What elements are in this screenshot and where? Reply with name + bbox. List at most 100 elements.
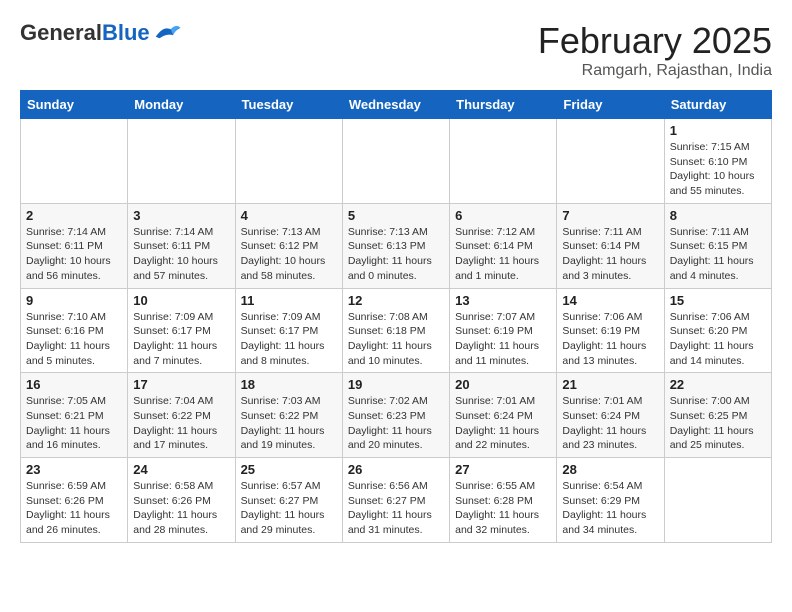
calendar-week-row: 23Sunrise: 6:59 AM Sunset: 6:26 PM Dayli… [21, 458, 772, 543]
day-number: 12 [348, 293, 444, 308]
day-number: 13 [455, 293, 551, 308]
day-info: Sunrise: 6:56 AM Sunset: 6:27 PM Dayligh… [348, 479, 444, 538]
day-info: Sunrise: 7:15 AM Sunset: 6:10 PM Dayligh… [670, 140, 766, 199]
day-number: 5 [348, 208, 444, 223]
col-header-friday: Friday [557, 91, 664, 119]
calendar-day-13: 13 Sunrise: 7:07 AM Sunset: 6:19 PM Dayli… [450, 288, 557, 373]
calendar-day-3: 3 Sunrise: 7:14 AM Sunset: 6:11 PM Daylig… [128, 203, 235, 288]
calendar-day-17: 17 Sunrise: 7:04 AM Sunset: 6:22 PM Dayli… [128, 373, 235, 458]
calendar-day-27: 27 Sunrise: 6:55 AM Sunset: 6:28 PM Dayli… [450, 458, 557, 543]
calendar-day-2: 2Sunrise: 7:14 AM Sunset: 6:11 PM Daylig… [21, 203, 128, 288]
day-info: Sunrise: 7:01 AM Sunset: 6:24 PM Dayligh… [562, 394, 658, 453]
day-number: 20 [455, 377, 551, 392]
day-info: Sunrise: 7:12 AM Sunset: 6:14 PM Dayligh… [455, 225, 551, 284]
day-info: Sunrise: 7:11 AM Sunset: 6:15 PM Dayligh… [670, 225, 766, 284]
calendar-day-22: 22 Sunrise: 7:00 AM Sunset: 6:25 PM Dayli… [664, 373, 771, 458]
day-number: 15 [670, 293, 766, 308]
day-info: Sunrise: 7:09 AM Sunset: 6:17 PM Dayligh… [133, 310, 229, 369]
day-number: 27 [455, 462, 551, 477]
calendar-day-1: 1 Sunrise: 7:15 AM Sunset: 6:10 PM Daylig… [664, 119, 771, 204]
day-info: Sunrise: 7:08 AM Sunset: 6:18 PM Dayligh… [348, 310, 444, 369]
day-info: Sunrise: 7:11 AM Sunset: 6:14 PM Dayligh… [562, 225, 658, 284]
calendar-day-24: 24 Sunrise: 6:58 AM Sunset: 6:26 PM Dayli… [128, 458, 235, 543]
col-header-thursday: Thursday [450, 91, 557, 119]
calendar-day-14: 14 Sunrise: 7:06 AM Sunset: 6:19 PM Dayli… [557, 288, 664, 373]
day-number: 1 [670, 123, 766, 138]
logo-general: General [20, 20, 102, 45]
day-info: Sunrise: 7:00 AM Sunset: 6:25 PM Dayligh… [670, 394, 766, 453]
calendar-day-11: 11 Sunrise: 7:09 AM Sunset: 6:17 PM Dayli… [235, 288, 342, 373]
day-info: Sunrise: 7:04 AM Sunset: 6:22 PM Dayligh… [133, 394, 229, 453]
day-number: 21 [562, 377, 658, 392]
calendar-empty-cell [450, 119, 557, 204]
calendar-day-7: 7Sunrise: 7:11 AM Sunset: 6:14 PM Daylig… [557, 203, 664, 288]
calendar-week-row: 16 Sunrise: 7:05 AM Sunset: 6:21 PM Dayli… [21, 373, 772, 458]
calendar-table: SundayMondayTuesdayWednesdayThursdayFrid… [20, 90, 772, 543]
day-number: 10 [133, 293, 229, 308]
day-number: 8 [670, 208, 766, 223]
calendar-day-18: 18 Sunrise: 7:03 AM Sunset: 6:22 PM Dayli… [235, 373, 342, 458]
day-info: Sunrise: 7:14 AM Sunset: 6:11 PM Dayligh… [133, 225, 229, 284]
calendar-day-4: 4Sunrise: 7:13 AM Sunset: 6:12 PM Daylig… [235, 203, 342, 288]
day-number: 19 [348, 377, 444, 392]
calendar-week-row: 2 Sunrise: 7:14 AM Sunset: 6:11 PM Daylig… [21, 203, 772, 288]
calendar-day-25: 25Sunrise: 6:57 AM Sunset: 6:27 PM Dayli… [235, 458, 342, 543]
calendar-header-row: SundayMondayTuesdayWednesdayThursdayFrid… [21, 91, 772, 119]
day-number: 26 [348, 462, 444, 477]
day-number: 14 [562, 293, 658, 308]
logo: GeneralBlue [20, 20, 182, 46]
calendar-day-20: 20 Sunrise: 7:01 AM Sunset: 6:24 PM Dayli… [450, 373, 557, 458]
day-number: 4 [241, 208, 337, 223]
calendar-day-21: 21 Sunrise: 7:01 AM Sunset: 6:24 PM Dayli… [557, 373, 664, 458]
day-number: 2 [26, 208, 122, 223]
calendar-day-19: 19 Sunrise: 7:02 AM Sunset: 6:23 PM Dayli… [342, 373, 449, 458]
day-info: Sunrise: 7:05 AM Sunset: 6:21 PM Dayligh… [26, 394, 122, 453]
day-info: Sunrise: 7:13 AM Sunset: 6:13 PM Dayligh… [348, 225, 444, 284]
day-info: Sunrise: 7:03 AM Sunset: 6:22 PM Dayligh… [241, 394, 337, 453]
calendar-day-8: 8 Sunrise: 7:11 AM Sunset: 6:15 PM Daylig… [664, 203, 771, 288]
calendar-day-6: 6 Sunrise: 7:12 AM Sunset: 6:14 PM Daylig… [450, 203, 557, 288]
col-header-wednesday: Wednesday [342, 91, 449, 119]
page-header: GeneralBlue February 2025 Ramgarh, Rajas… [20, 20, 772, 80]
day-info: Sunrise: 6:59 AM Sunset: 6:26 PM Dayligh… [26, 479, 122, 538]
day-info: Sunrise: 7:02 AM Sunset: 6:23 PM Dayligh… [348, 394, 444, 453]
day-info: Sunrise: 6:54 AM Sunset: 6:29 PM Dayligh… [562, 479, 658, 538]
calendar-day-16: 16 Sunrise: 7:05 AM Sunset: 6:21 PM Dayli… [21, 373, 128, 458]
col-header-monday: Monday [128, 91, 235, 119]
day-info: Sunrise: 7:09 AM Sunset: 6:17 PM Dayligh… [241, 310, 337, 369]
day-info: Sunrise: 7:06 AM Sunset: 6:19 PM Dayligh… [562, 310, 658, 369]
calendar-day-26: 26 Sunrise: 6:56 AM Sunset: 6:27 PM Dayli… [342, 458, 449, 543]
calendar-empty-cell [664, 458, 771, 543]
calendar-day-23: 23Sunrise: 6:59 AM Sunset: 6:26 PM Dayli… [21, 458, 128, 543]
calendar-day-15: 15 Sunrise: 7:06 AM Sunset: 6:20 PM Dayli… [664, 288, 771, 373]
day-info: Sunrise: 7:07 AM Sunset: 6:19 PM Dayligh… [455, 310, 551, 369]
location-title: Ramgarh, Rajasthan, India [538, 62, 772, 80]
calendar-empty-cell [128, 119, 235, 204]
logo-bird-icon [152, 21, 182, 45]
day-number: 6 [455, 208, 551, 223]
calendar-day-12: 12 Sunrise: 7:08 AM Sunset: 6:18 PM Dayli… [342, 288, 449, 373]
col-header-saturday: Saturday [664, 91, 771, 119]
calendar-day-28: 28Sunrise: 6:54 AM Sunset: 6:29 PM Dayli… [557, 458, 664, 543]
col-header-sunday: Sunday [21, 91, 128, 119]
calendar-empty-cell [235, 119, 342, 204]
day-number: 11 [241, 293, 337, 308]
day-info: Sunrise: 6:55 AM Sunset: 6:28 PM Dayligh… [455, 479, 551, 538]
day-number: 24 [133, 462, 229, 477]
calendar-empty-cell [21, 119, 128, 204]
day-info: Sunrise: 6:58 AM Sunset: 6:26 PM Dayligh… [133, 479, 229, 538]
day-info: Sunrise: 7:01 AM Sunset: 6:24 PM Dayligh… [455, 394, 551, 453]
day-info: Sunrise: 7:06 AM Sunset: 6:20 PM Dayligh… [670, 310, 766, 369]
calendar-empty-cell [342, 119, 449, 204]
day-number: 16 [26, 377, 122, 392]
day-number: 22 [670, 377, 766, 392]
calendar-title-section: February 2025 Ramgarh, Rajasthan, India [538, 20, 772, 80]
day-number: 18 [241, 377, 337, 392]
calendar-day-5: 5 Sunrise: 7:13 AM Sunset: 6:13 PM Daylig… [342, 203, 449, 288]
day-number: 9 [26, 293, 122, 308]
col-header-tuesday: Tuesday [235, 91, 342, 119]
day-number: 17 [133, 377, 229, 392]
day-number: 3 [133, 208, 229, 223]
calendar-week-row: 1 Sunrise: 7:15 AM Sunset: 6:10 PM Daylig… [21, 119, 772, 204]
logo-blue: Blue [102, 20, 150, 45]
